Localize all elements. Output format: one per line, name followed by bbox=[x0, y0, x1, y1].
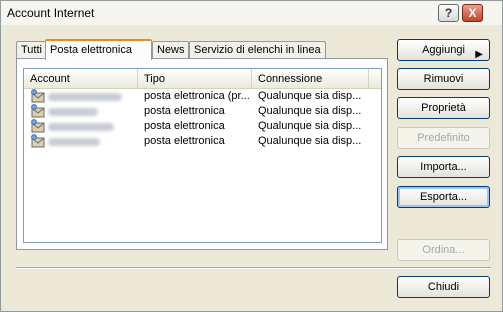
tab-servizio-elenchi[interactable]: Servizio di elenchi in linea bbox=[189, 41, 326, 59]
list-item[interactable]: posta elettronica Qualunque sia disp... bbox=[24, 104, 381, 120]
mail-account-icon bbox=[29, 119, 47, 135]
window-title: Account Internet bbox=[7, 6, 95, 20]
close-dialog-button[interactable]: Chiudi bbox=[397, 276, 490, 298]
export-button[interactable]: Esporta... bbox=[397, 186, 490, 208]
title-bar: Account Internet ? X bbox=[1, 1, 502, 25]
close-icon: X bbox=[468, 6, 477, 20]
cell-tipo: posta elettronica (pr... bbox=[144, 90, 250, 102]
cell-tipo: posta elettronica bbox=[144, 135, 225, 147]
mail-account-icon bbox=[29, 134, 47, 150]
accounts-list[interactable]: Account Tipo Connessione posta elettroni… bbox=[23, 68, 382, 243]
column-account[interactable]: Account bbox=[24, 69, 138, 88]
add-button[interactable]: Aggiungi ▶ bbox=[397, 39, 490, 61]
account-name-redacted bbox=[48, 108, 98, 116]
separator bbox=[16, 267, 491, 269]
order-button[interactable]: Ordina... bbox=[397, 239, 490, 261]
account-name-redacted bbox=[48, 123, 114, 131]
close-button[interactable]: X bbox=[462, 4, 483, 22]
remove-button[interactable]: Rimuovi bbox=[397, 68, 490, 90]
help-button[interactable]: ? bbox=[438, 4, 459, 22]
triangle-right-icon: ▶ bbox=[475, 49, 483, 60]
cell-tipo: posta elettronica bbox=[144, 120, 225, 132]
cell-connessione: Qualunque sia disp... bbox=[258, 135, 362, 147]
help-icon: ? bbox=[444, 6, 453, 20]
properties-button[interactable]: Proprietà bbox=[397, 97, 490, 119]
import-button[interactable]: Importa... bbox=[397, 156, 490, 178]
cell-connessione: Qualunque sia disp... bbox=[258, 120, 362, 132]
list-item[interactable]: posta elettronica Qualunque sia disp... bbox=[24, 119, 381, 135]
account-internet-dialog: Account Internet ? X Tutti Posta elettro… bbox=[0, 0, 503, 312]
tab-panel: Account Tipo Connessione posta elettroni… bbox=[16, 58, 388, 250]
column-connessione[interactable]: Connessione bbox=[252, 69, 369, 88]
cell-connessione: Qualunque sia disp... bbox=[258, 105, 362, 117]
account-name-redacted bbox=[48, 93, 122, 101]
mail-account-icon bbox=[29, 89, 47, 105]
cell-connessione: Qualunque sia disp... bbox=[258, 90, 362, 102]
default-button[interactable]: Predefinito bbox=[397, 127, 490, 149]
account-name-redacted bbox=[48, 138, 100, 146]
mail-account-icon bbox=[29, 104, 47, 120]
list-item[interactable]: posta elettronica (pr... Qualunque sia di… bbox=[24, 89, 381, 105]
tab-news[interactable]: News bbox=[152, 41, 189, 59]
tab-posta-elettronica[interactable]: Posta elettronica bbox=[45, 39, 152, 60]
add-button-label: Aggiungi bbox=[422, 44, 465, 56]
list-header: Account Tipo Connessione bbox=[24, 69, 381, 89]
cell-tipo: posta elettronica bbox=[144, 105, 225, 117]
column-tipo[interactable]: Tipo bbox=[138, 69, 252, 88]
list-item[interactable]: posta elettronica Qualunque sia disp... bbox=[24, 134, 381, 150]
